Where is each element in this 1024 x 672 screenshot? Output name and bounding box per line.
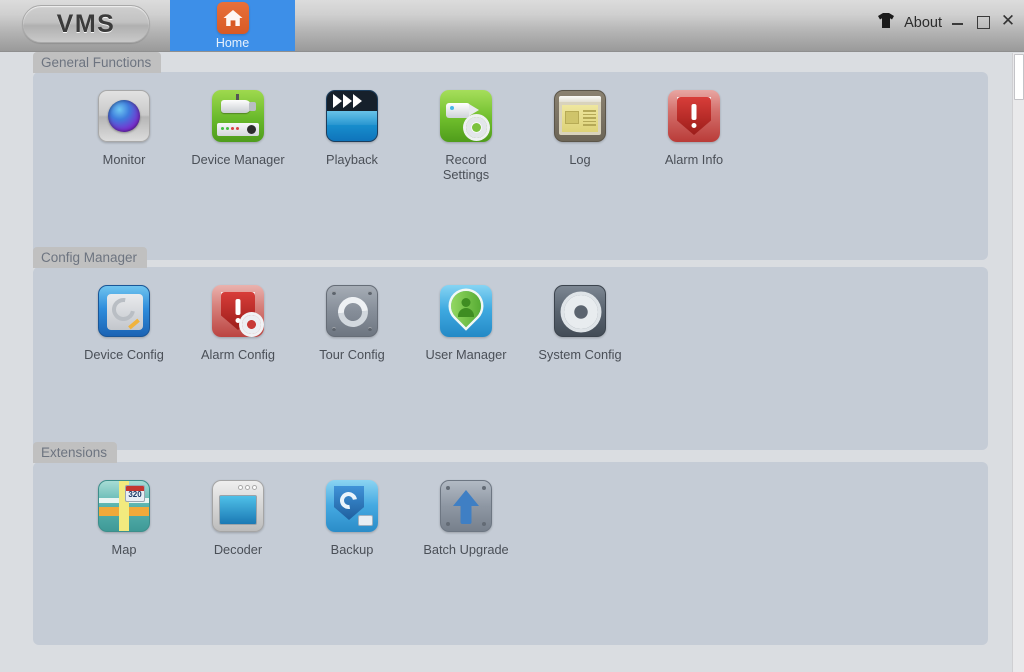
- home-content: General Functions Monitor: [0, 52, 1012, 672]
- tab-home-label: Home: [216, 35, 249, 51]
- device-manager-icon: [212, 90, 264, 142]
- alarm-info-icon: [668, 90, 720, 142]
- tile-device-manager-label: Device Manager: [191, 152, 284, 167]
- tile-user-manager-label: User Manager: [425, 347, 506, 362]
- tile-decoder[interactable]: Decoder: [181, 480, 295, 557]
- titlebar: VMS Home About ✕: [0, 0, 1024, 52]
- tile-device-config[interactable]: Device Config: [67, 285, 181, 362]
- statusbar: [0, 662, 1012, 672]
- tile-backup-label: Backup: [331, 542, 374, 557]
- tile-device-config-label: Device Config: [84, 347, 164, 362]
- tile-batch-upgrade[interactable]: Batch Upgrade: [409, 480, 523, 557]
- section-config-manager: Config Manager Device Config: [33, 267, 988, 450]
- tile-alarm-config[interactable]: Alarm Config: [181, 285, 295, 362]
- record-settings-icon: [440, 90, 492, 142]
- tile-alarm-info[interactable]: Alarm Info: [637, 90, 751, 182]
- tile-user-manager[interactable]: User Manager: [409, 285, 523, 362]
- decoder-icon: [212, 480, 264, 532]
- log-icon: [554, 90, 606, 142]
- map-icon: 320: [98, 480, 150, 532]
- section-title-extensions: Extensions: [33, 442, 117, 463]
- scrollbar-thumb[interactable]: [1014, 54, 1024, 100]
- tile-tour-config[interactable]: Tour Config: [295, 285, 409, 362]
- tile-tour-config-label: Tour Config: [319, 347, 384, 362]
- tile-decoder-label: Decoder: [214, 542, 262, 557]
- system-config-icon: [554, 285, 606, 337]
- tile-playback[interactable]: Playback: [295, 90, 409, 182]
- tile-backup[interactable]: Backup: [295, 480, 409, 557]
- about-label: About: [904, 15, 942, 31]
- app-logo-text: VMS: [57, 10, 116, 39]
- tile-log[interactable]: Log: [523, 90, 637, 182]
- section-general-functions: General Functions Monitor: [33, 72, 988, 260]
- vms-application-window: VMS Home About ✕: [0, 0, 1024, 672]
- about-icon: [877, 12, 895, 34]
- app-logo: VMS: [22, 5, 150, 43]
- tile-grid-extensions: 320 Map Decoder: [67, 480, 523, 557]
- tile-map-label: Map: [112, 542, 137, 557]
- home-icon: [217, 2, 249, 34]
- minimize-button[interactable]: [950, 13, 966, 29]
- close-button[interactable]: ✕: [1000, 13, 1016, 29]
- tile-device-manager[interactable]: Device Manager: [181, 90, 295, 182]
- about-button[interactable]: About: [877, 12, 942, 34]
- maximize-button[interactable]: [975, 13, 991, 29]
- tile-monitor-label: Monitor: [103, 152, 146, 167]
- monitor-icon: [98, 90, 150, 142]
- alarm-config-icon: [212, 285, 264, 337]
- user-manager-icon: [440, 285, 492, 337]
- window-controls: ✕: [950, 13, 1016, 29]
- backup-icon: [326, 480, 378, 532]
- section-title-config: Config Manager: [33, 247, 147, 268]
- tour-config-icon: [326, 285, 378, 337]
- tile-system-config-label: System Config: [538, 347, 621, 362]
- tile-grid-config: Device Config Alarm Config: [67, 285, 637, 362]
- tile-playback-label: Playback: [326, 152, 378, 167]
- tile-monitor[interactable]: Monitor: [67, 90, 181, 182]
- vertical-scrollbar[interactable]: [1012, 53, 1024, 672]
- tile-grid-general: Monitor Device Manager: [67, 90, 751, 182]
- device-config-icon: [98, 285, 150, 337]
- tile-alarm-config-label: Alarm Config: [201, 347, 275, 362]
- tile-record-settings-label: Record Settings: [443, 152, 489, 182]
- tile-map[interactable]: 320 Map: [67, 480, 181, 557]
- batch-upgrade-icon: [440, 480, 492, 532]
- section-extensions: Extensions 320 Map Deco: [33, 462, 988, 645]
- tab-home[interactable]: Home: [170, 0, 295, 52]
- tile-record-settings[interactable]: Record Settings: [409, 90, 523, 182]
- tile-batch-upgrade-label: Batch Upgrade: [423, 542, 508, 557]
- map-route-number: 320: [125, 485, 145, 502]
- playback-icon: [326, 90, 378, 142]
- tile-log-label: Log: [569, 152, 590, 167]
- tile-system-config[interactable]: System Config: [523, 285, 637, 362]
- section-title-general: General Functions: [33, 52, 161, 73]
- tile-alarm-info-label: Alarm Info: [665, 152, 723, 167]
